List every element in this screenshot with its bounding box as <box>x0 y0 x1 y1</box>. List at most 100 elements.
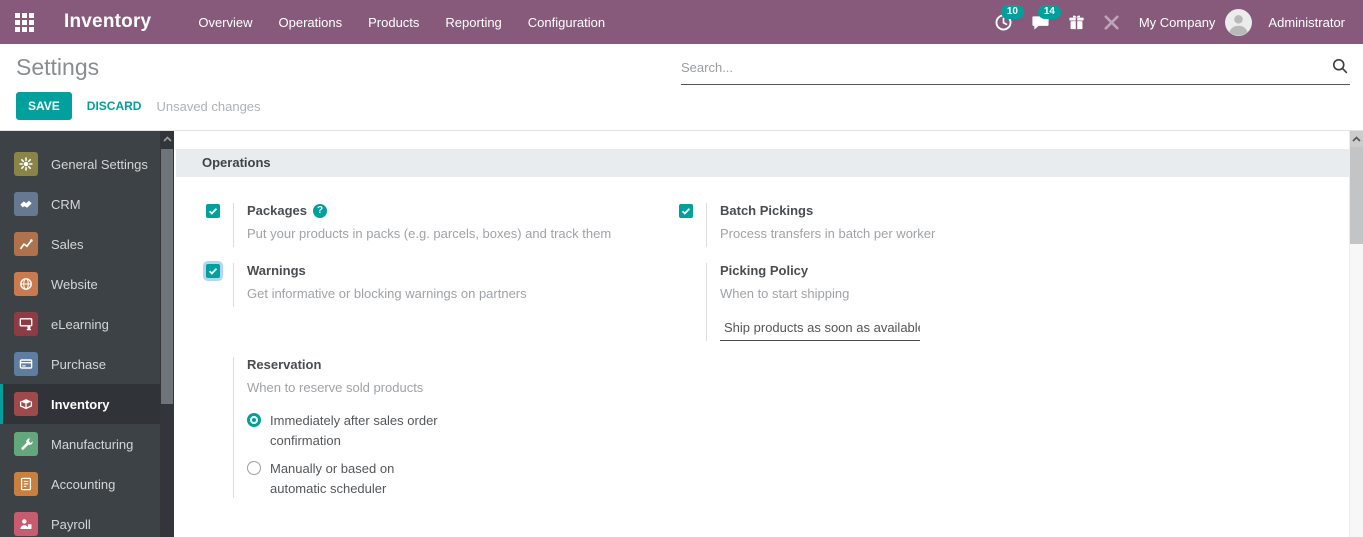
reservation-option-label: Manually or based on automatic scheduler <box>270 461 395 496</box>
warnings-description: Get informative or blocking warnings on … <box>247 286 527 301</box>
help-icon[interactable]: ? <box>313 203 327 218</box>
menu-configuration[interactable]: Configuration <box>515 9 618 36</box>
presentation-icon <box>14 312 38 336</box>
batch-pickings-label: Batch Pickings <box>720 203 814 218</box>
gift-icon <box>1069 15 1084 30</box>
packages-checkbox[interactable] <box>206 204 220 218</box>
setting-reservation: Reservation When to reserve sold product… <box>206 356 678 499</box>
picking-policy-description: When to start shipping <box>720 286 850 301</box>
tools-icon <box>1104 14 1119 30</box>
search-input[interactable] <box>681 60 1330 75</box>
settings-app-list: General Settings CRM Sales Website eLear… <box>0 131 174 537</box>
sidebar-item-label: CRM <box>51 196 81 212</box>
picking-policy-select[interactable]: Ship products as soon as available <box>720 320 920 341</box>
setting-batch-pickings: Batch Pickings Process transfers in batc… <box>679 203 1349 247</box>
batch-pickings-checkbox[interactable] <box>679 204 693 218</box>
activities-button[interactable]: 10 <box>985 4 1024 38</box>
warnings-label: Warnings <box>247 263 306 278</box>
sidebar-item-manufacturing[interactable]: Manufacturing <box>0 424 174 464</box>
workspace: General Settings CRM Sales Website eLear… <box>0 131 1363 537</box>
check-icon <box>208 268 218 275</box>
control-panel: Settings SAVE DISCARD Unsaved changes <box>0 44 1363 131</box>
setting-warnings: Warnings Get informative or blocking war… <box>206 263 678 307</box>
debug-tools-button[interactable] <box>1094 8 1129 37</box>
sidebar-item-payroll[interactable]: Payroll <box>0 504 174 537</box>
radio-unselected-icon[interactable] <box>247 461 261 476</box>
warnings-checkbox[interactable] <box>206 264 220 278</box>
content-scroll-up-arrow[interactable] <box>1350 131 1363 147</box>
sidebar-scrollbar[interactable] <box>160 131 174 537</box>
search-button[interactable] <box>1330 58 1350 77</box>
sidebar-item-purchase[interactable]: Purchase <box>0 344 174 384</box>
section-header-operations: Operations <box>176 149 1349 177</box>
settings-sidebar: General Settings CRM Sales Website eLear… <box>0 131 174 537</box>
apps-menu-button[interactable] <box>0 12 48 32</box>
settings-content: Operations Packages ? Put your products … <box>174 131 1349 537</box>
sidebar-item-elearning[interactable]: eLearning <box>0 304 174 344</box>
search-icon <box>1332 58 1348 74</box>
card-icon <box>14 352 38 376</box>
content-scrollbar-thumb[interactable] <box>1350 147 1363 244</box>
sidebar-item-label: General Settings <box>51 156 148 172</box>
radio-selected-icon[interactable] <box>247 413 261 428</box>
reservation-label: Reservation <box>247 356 322 372</box>
reservation-option-label: Immediately after sales order confirmati… <box>270 413 438 448</box>
packages-label: Packages <box>247 203 307 218</box>
unsaved-changes-status: Unsaved changes <box>156 98 261 114</box>
sidebar-item-accounting[interactable]: Accounting <box>0 464 174 504</box>
user-menu[interactable]: Administrator <box>1225 8 1363 36</box>
menu-overview[interactable]: Overview <box>185 9 265 36</box>
check-icon <box>208 208 218 215</box>
reservation-option-manually[interactable]: Manually or based on automatic scheduler <box>247 459 678 498</box>
setting-packages: Packages ? Put your products in packs (e… <box>206 203 678 247</box>
sidebar-item-label: Payroll <box>51 516 91 532</box>
gear-icon <box>14 152 38 176</box>
reservation-option-immediately[interactable]: Immediately after sales order confirmati… <box>247 411 678 450</box>
sidebar-item-label: Sales <box>51 236 84 252</box>
company-switcher[interactable]: My Company <box>1129 15 1226 30</box>
reservation-description: When to reserve sold products <box>247 379 424 395</box>
sidebar-item-website[interactable]: Website <box>0 264 174 304</box>
handshake-icon <box>14 192 38 216</box>
sidebar-item-inventory[interactable]: Inventory <box>0 384 174 424</box>
chart-icon <box>14 232 38 256</box>
discard-button[interactable]: DISCARD <box>87 99 142 113</box>
batch-pickings-description: Process transfers in batch per worker <box>720 226 936 241</box>
sidebar-scrollbar-thumb[interactable] <box>161 149 173 404</box>
menu-reporting[interactable]: Reporting <box>432 9 514 36</box>
content-scrollbar[interactable] <box>1349 131 1363 537</box>
menu-operations[interactable]: Operations <box>266 9 356 36</box>
sidebar-item-sales[interactable]: Sales <box>0 224 174 264</box>
rewards-button[interactable] <box>1059 7 1094 37</box>
box-icon <box>14 392 38 416</box>
messages-button[interactable]: 14 <box>1022 4 1061 38</box>
top-navbar: Inventory Overview Operations Products R… <box>0 0 1363 44</box>
app-menu: Overview Operations Products Reporting C… <box>185 9 618 36</box>
sidebar-item-label: Inventory <box>51 396 110 412</box>
sidebar-item-general-settings[interactable]: General Settings <box>0 144 174 184</box>
setting-picking-policy: Picking Policy When to start shipping Sh… <box>679 263 1349 341</box>
save-button[interactable]: SAVE <box>16 92 72 120</box>
picking-policy-label: Picking Policy <box>720 263 809 278</box>
messages-count-badge: 14 <box>1037 4 1061 19</box>
systray: 10 14 My Company Administrator <box>985 4 1363 38</box>
menu-products[interactable]: Products <box>355 9 432 36</box>
settings-grid: Packages ? Put your products in packs (e… <box>174 177 1349 499</box>
avatar <box>1225 8 1253 36</box>
app-title[interactable]: Inventory <box>64 11 151 33</box>
packages-description: Put your products in packs (e.g. parcels… <box>247 226 612 241</box>
invoice-icon <box>14 472 38 496</box>
globe-icon <box>14 272 38 296</box>
wrench-icon <box>14 432 38 456</box>
apps-grid-icon <box>14 12 34 32</box>
user-name: Administrator <box>1268 14 1345 30</box>
sidebar-item-label: Website <box>51 276 98 292</box>
sidebar-item-label: eLearning <box>51 316 109 332</box>
sidebar-item-label: Accounting <box>51 476 116 492</box>
sidebar-item-crm[interactable]: CRM <box>0 184 174 224</box>
search-bar <box>681 58 1350 85</box>
reservation-options: Immediately after sales order confirmati… <box>247 411 678 498</box>
control-panel-actions: SAVE DISCARD Unsaved changes <box>16 92 1363 120</box>
sidebar-scroll-up-arrow[interactable] <box>160 131 174 147</box>
employee-icon <box>14 512 38 536</box>
